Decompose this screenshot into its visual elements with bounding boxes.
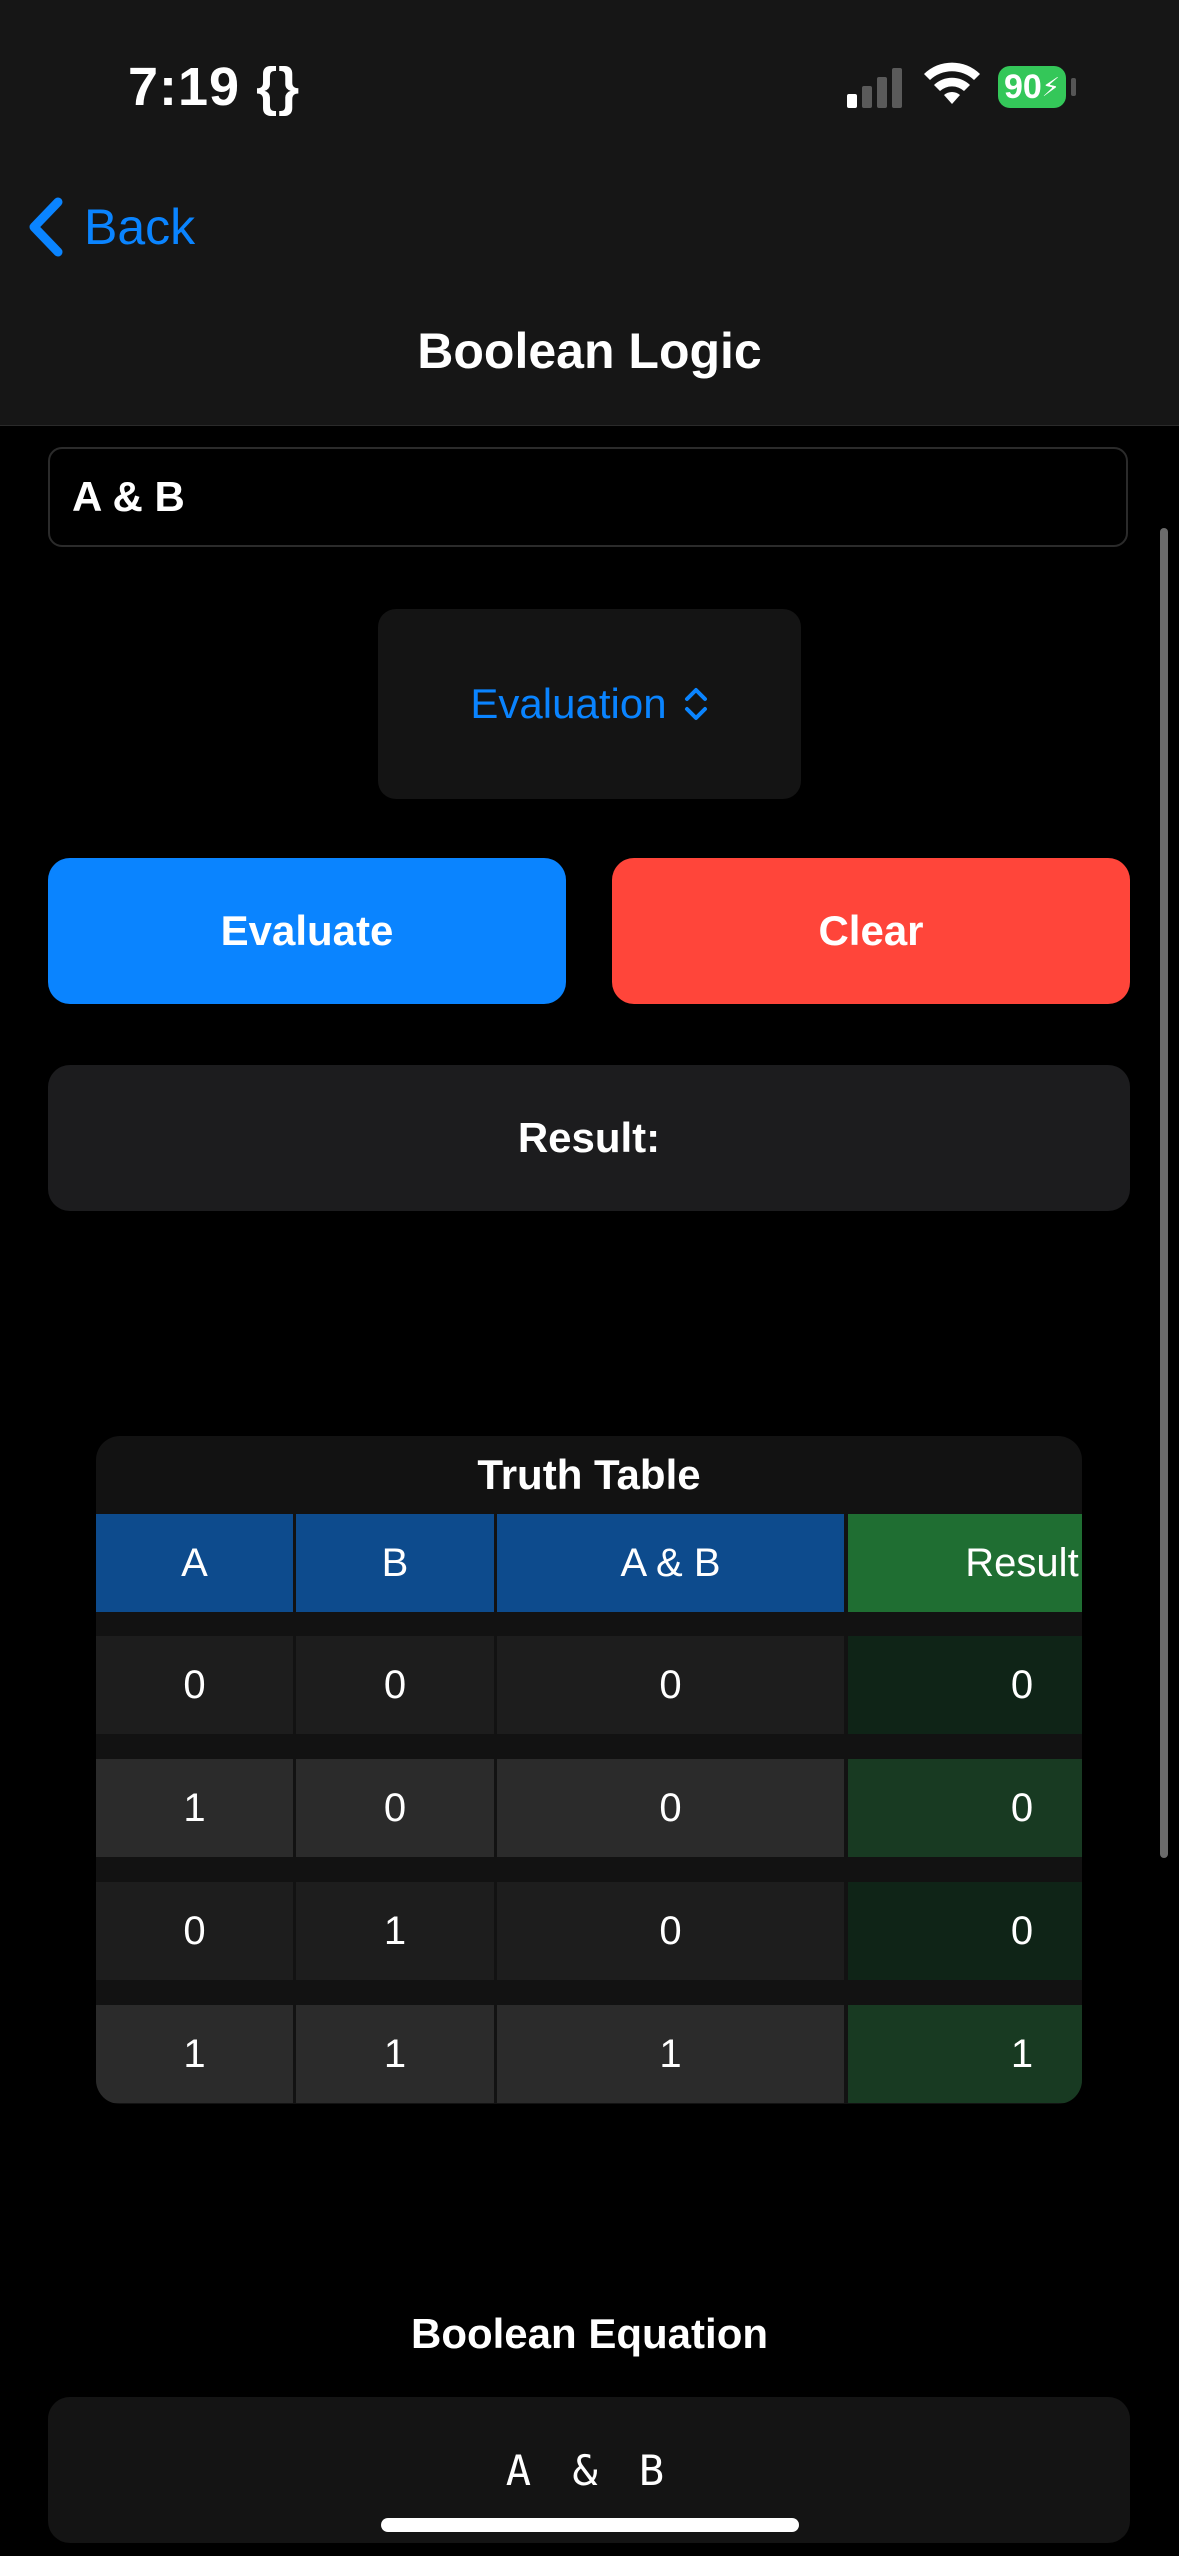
- scrollbar[interactable]: [1160, 528, 1168, 1858]
- result-label: Result:: [517, 1114, 661, 1161]
- table-cell: 0: [848, 1636, 1082, 1734]
- mode-picker-label: Evaluation: [470, 680, 667, 727]
- wifi-icon: [924, 62, 980, 104]
- back-button[interactable]: Back: [26, 190, 195, 264]
- table-cell: 0: [497, 1759, 844, 1857]
- table-row: 1 1 1 1: [96, 2005, 1082, 2103]
- battery-tip: [1071, 78, 1076, 96]
- table-cell: 1: [296, 1882, 494, 1980]
- clear-button[interactable]: Clear: [612, 858, 1130, 1004]
- column-header: A & B: [497, 1514, 844, 1612]
- table-cell: 0: [96, 1636, 293, 1734]
- braces-icon: {}: [256, 57, 301, 117]
- column-header: Result: [848, 1514, 1082, 1612]
- page-title: Boolean Logic: [417, 323, 762, 379]
- table-header-row: A B A & B Result: [96, 1514, 1082, 1612]
- back-label: Back: [84, 199, 196, 255]
- charging-bolt-icon: ⚡: [1041, 71, 1061, 102]
- battery-icon: 90 ⚡: [998, 66, 1066, 108]
- table-cell: 1: [96, 2005, 293, 2103]
- evaluate-button[interactable]: Evaluate: [48, 858, 566, 1004]
- chevron-up-down-icon: [684, 688, 707, 720]
- table-cell: 0: [848, 1882, 1082, 1980]
- expression-input[interactable]: [48, 447, 1128, 547]
- navigation-header: 7:19 {} 90 ⚡ Back Boolean Logic: [0, 0, 1179, 426]
- mode-picker[interactable]: Evaluation: [378, 609, 801, 799]
- table-cell: 0: [848, 1759, 1082, 1857]
- table-cell: 0: [296, 1636, 494, 1734]
- table-cell: 1: [96, 1759, 293, 1857]
- table-row: 0 0 0 0: [96, 1636, 1082, 1734]
- column-header: A: [96, 1514, 293, 1612]
- table-row: 1 0 0 0: [96, 1759, 1082, 1857]
- table-cell: 1: [848, 2005, 1082, 2103]
- table-row: 0 1 0 0: [96, 1882, 1082, 1980]
- table-cell: 0: [497, 1882, 844, 1980]
- column-header: B: [296, 1514, 494, 1612]
- home-indicator[interactable]: [381, 2518, 799, 2532]
- result-box: Result:: [48, 1065, 1130, 1211]
- table-cell: 1: [497, 2005, 844, 2103]
- table-cell: 0: [96, 1882, 293, 1980]
- cellular-signal-icon: [847, 68, 902, 108]
- truth-table-title: Truth Table: [477, 1451, 701, 1498]
- equation-value: A & B: [505, 2445, 673, 2495]
- equation-title: Boolean Equation: [411, 2310, 768, 2357]
- table-cell: 0: [497, 1636, 844, 1734]
- truth-table: Truth Table A B A & B Result 0 0 0 0 1 0…: [96, 1436, 1082, 2104]
- status-time: 7:19 {}: [128, 57, 301, 117]
- chevron-left-icon: [29, 197, 63, 257]
- table-cell: 0: [296, 1759, 494, 1857]
- table-cell: 1: [296, 2005, 494, 2103]
